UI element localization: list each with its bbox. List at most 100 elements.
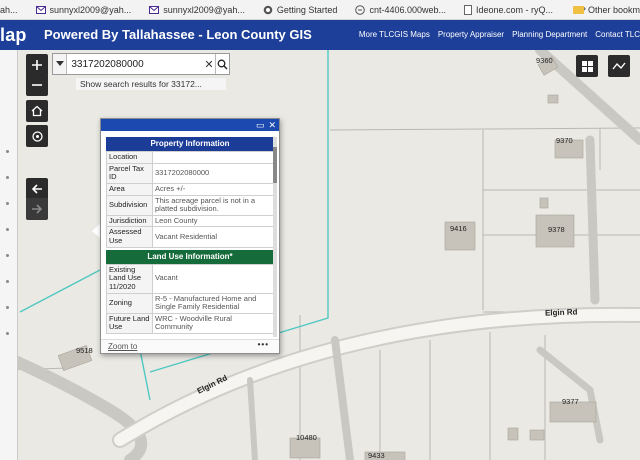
link-contact[interactable]: Contact TLC xyxy=(595,30,640,39)
other-bookmarks[interactable]: Other bookm xyxy=(569,0,640,20)
popup-pointer xyxy=(92,224,100,238)
search-icon xyxy=(217,59,228,69)
parcel-label: 9377 xyxy=(562,397,579,406)
table-row: Jurisdiction Leon County xyxy=(106,214,274,228)
field-label: Location xyxy=(106,151,153,164)
bookmark-1[interactable]: ah... xyxy=(0,5,18,15)
bookmarks-bar: ah... sunnyxl2009@yah... sunnyxl2009@yah… xyxy=(0,0,640,20)
field-value: WRC - Woodville Rural Community xyxy=(152,312,274,335)
property-popup: ▭ ✕ Property Information Location Parcel… xyxy=(100,118,280,354)
page-icon xyxy=(464,4,472,15)
parcel-label: 9433 xyxy=(368,451,385,460)
section-property-information: Property Information xyxy=(106,137,274,151)
folder-icon xyxy=(572,6,584,14)
parcel-label: 9370 xyxy=(556,136,573,145)
popup-content: Property Information Location Parcel Tax… xyxy=(106,137,274,337)
strip-dot xyxy=(6,306,9,309)
table-row: Subdivision This acreage parcel is not in… xyxy=(106,194,274,216)
header-links: More TLCGIS Maps Property Appraiser Plan… xyxy=(359,30,640,39)
strip-dot xyxy=(6,332,9,335)
zoom-in-button[interactable] xyxy=(26,54,48,76)
field-label: Existing Land Use 11/2020 xyxy=(106,263,153,294)
parcel-label: 10480 xyxy=(296,433,317,442)
clear-search-icon[interactable]: ✕ xyxy=(203,58,214,71)
table-row: Area Acres +/- xyxy=(106,182,274,196)
field-value: This acreage parcel is not in a platted … xyxy=(152,194,274,216)
plus-icon xyxy=(32,60,42,70)
bookmark-3[interactable]: sunnyxl2009@yah... xyxy=(149,5,245,15)
search-input[interactable] xyxy=(67,55,204,73)
more-options-icon[interactable]: ••• xyxy=(258,340,269,349)
scroll-thumb[interactable] xyxy=(273,147,277,183)
globe-icon xyxy=(263,5,273,14)
property-table: Location Parcel Tax ID 3317202080000 Area… xyxy=(106,151,274,248)
caret-down-icon xyxy=(55,61,64,66)
field-label: Parcel Tax ID xyxy=(106,162,153,184)
field-value: Leon County xyxy=(152,214,274,228)
basemap-gallery-button[interactable] xyxy=(576,55,598,77)
bookmark-5[interactable]: cnt-4406.000web... xyxy=(355,5,446,15)
app-name-fragment: lap xyxy=(0,25,27,45)
parcel-label: 9360 xyxy=(536,56,553,65)
screen: ah... sunnyxl2009@yah... sunnyxl2009@yah… xyxy=(0,0,640,460)
link-icon xyxy=(355,4,366,15)
field-value xyxy=(152,151,274,164)
bookmark-4[interactable]: Getting Started xyxy=(263,4,338,15)
mail-icon xyxy=(149,5,160,14)
bookmark-4-label: Getting Started xyxy=(276,4,338,15)
table-row: Future Land Use WRC - Woodville Rural Com… xyxy=(106,312,274,335)
home-button[interactable] xyxy=(26,100,48,122)
arrow-left-icon xyxy=(31,184,42,194)
link-planning-department[interactable]: Planning Department xyxy=(512,30,587,39)
table-row: Location xyxy=(106,151,274,164)
field-value: Vacant xyxy=(152,263,274,294)
strip-dot xyxy=(6,202,9,205)
bookmark-1-label: ah... xyxy=(0,4,18,15)
field-value: R-5 - Manufactured Home and Single Famil… xyxy=(152,292,274,314)
close-icon[interactable]: ✕ xyxy=(268,120,276,130)
maximize-icon[interactable]: ▭ xyxy=(256,120,265,130)
section-land-use: Land Use Information* xyxy=(106,249,274,264)
bookmark-2[interactable]: sunnyxl2009@yah... xyxy=(35,4,132,15)
road-label: Elgin Rd xyxy=(544,307,578,318)
app-title: Powered By Tallahassee - Leon County GIS xyxy=(44,27,312,42)
back-extent-button[interactable] xyxy=(26,178,48,200)
strip-dot xyxy=(6,150,9,153)
zoom-out-button[interactable] xyxy=(26,74,48,96)
field-label: Jurisdiction xyxy=(106,214,153,228)
table-row: Assessed Use Vacant Residential xyxy=(106,226,274,248)
popup-footer: Zoom to ••• xyxy=(101,339,279,353)
measure-button[interactable] xyxy=(608,55,630,77)
grid-icon xyxy=(581,60,593,72)
table-row: Parcel Tax ID 3317202080000 xyxy=(106,162,274,184)
forward-extent-button[interactable] xyxy=(26,198,48,220)
locate-button[interactable] xyxy=(26,125,48,147)
bookmark-3-label: sunnyxl2009@yah... xyxy=(163,4,245,15)
parcel-label: 9416 xyxy=(450,224,467,233)
field-label: Future Land Use xyxy=(106,312,153,335)
field-label: Area xyxy=(106,182,153,196)
map-canvas[interactable]: 9360 9370 9416 9378 9518 9377 10480 9433… xyxy=(0,50,640,460)
search-button[interactable] xyxy=(214,54,229,74)
link-property-appraiser[interactable]: Property Appraiser xyxy=(438,30,504,39)
table-row: Zoning R-5 - Manufactured Home and Single… xyxy=(106,292,274,314)
home-icon xyxy=(31,105,43,117)
land-use-table: Existing Land Use 11/2020 Vacant Zoning R-… xyxy=(106,263,274,335)
popup-scrollbar[interactable] xyxy=(273,137,277,337)
bookmark-2-label: sunnyxl2009@yah... xyxy=(49,4,132,15)
field-value: Vacant Residential xyxy=(152,226,274,248)
field-value: 3317202080000 xyxy=(152,162,274,184)
parcel-label: 9518 xyxy=(76,346,93,355)
field-label: Subdivision xyxy=(106,194,153,216)
link-more-maps[interactable]: More TLCGIS Maps xyxy=(359,30,430,39)
bookmark-6[interactable]: Ideone.com - ryQ... xyxy=(464,4,553,15)
zoom-to-link[interactable]: Zoom to xyxy=(108,342,137,351)
search-suggestion[interactable]: Show search results for 33172... xyxy=(76,78,226,90)
strip-dot xyxy=(6,176,9,179)
field-label: Zoning xyxy=(106,292,153,314)
search-source-dropdown[interactable] xyxy=(53,54,68,74)
popup-titlebar: ▭ ✕ xyxy=(101,119,279,131)
locate-icon xyxy=(31,130,43,142)
measure-icon xyxy=(612,62,626,70)
app-header: lap Powered By Tallahassee - Leon County… xyxy=(0,20,640,50)
